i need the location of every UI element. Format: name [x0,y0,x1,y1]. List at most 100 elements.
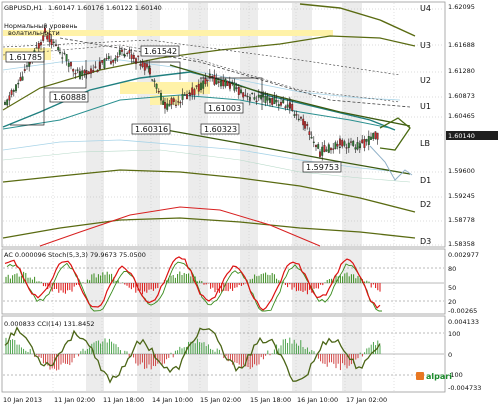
candle-body [319,151,321,157]
candle-body [312,141,315,143]
candle-body [107,56,110,59]
candle-body [90,68,92,74]
level-d3: D3 [420,237,431,246]
candle-body [310,137,313,139]
candle-body [367,136,370,145]
candle-body [363,139,366,148]
candle-body [65,54,68,62]
price-tick: 1.60873 [448,92,475,100]
candle-body [183,94,186,96]
candle-body [204,78,207,85]
ac-stoch-title: AC 0.000096 Stoch(5,3,3) 79.9673 75.0500 [4,251,146,259]
candle-body [253,97,256,100]
candle-body [189,93,191,96]
candle-body [325,149,328,152]
candle-body [191,87,194,95]
candle-body [374,131,377,139]
candle-body [343,141,346,146]
time-tick: 11 Jan 02:00 [54,396,95,404]
candle-body [242,92,245,98]
candle-body [347,142,350,148]
candle-body [372,133,375,139]
candle-body [336,144,339,147]
candle-body [118,49,121,55]
price-box-label: 1.60323 [204,125,237,134]
level-d2: D2 [420,200,431,209]
candle-body [341,139,344,147]
candle-body [172,98,175,102]
level-u3: U3 [420,41,431,50]
candle-body [237,87,240,95]
candle-body [186,94,188,100]
price-tick: 1.62095 [448,3,475,11]
candle-body [359,143,361,148]
candle-body [257,94,260,98]
candle-body [57,47,60,51]
candle-body [83,70,86,74]
time-tick: 16 Jan 10:00 [297,396,338,404]
ohlc-readout: 1.60147 1.60176 1.60122 1.60140 [48,4,162,12]
candle-body [233,82,236,91]
cci-axis-tick: 0.004133 [448,318,479,326]
candle-body [139,64,142,66]
candle-body [23,69,26,71]
candle-body [321,146,324,156]
candle-body [246,96,249,98]
candle-body [315,144,317,148]
candle-body [15,84,17,92]
candle-body [202,80,205,89]
candle-body [92,70,95,73]
time-tick: 14 Jan 10:00 [152,396,193,404]
candle-body [266,96,269,101]
candle-body [302,118,305,126]
candle-body [8,95,11,101]
candle-body [105,58,108,60]
candle-body [146,63,148,68]
price-tick: 1.59600 [448,167,475,175]
price-tick: 1.61280 [448,67,475,75]
level-lb: LB [420,139,430,148]
candle-body [220,81,222,87]
candle-body [215,78,218,84]
candle-body [193,89,196,96]
candle-body [300,117,302,119]
candle-body [74,72,77,75]
alpari-logo: alpari [416,372,452,381]
day-band [86,3,104,246]
candle-body [293,114,296,116]
candle-body [271,98,274,105]
candle-body [162,100,165,105]
candle-body [160,93,162,101]
candle-body [213,75,216,85]
candle-body [262,94,265,98]
candle-body [175,104,177,106]
candle-body [112,59,115,63]
ac-axis-tick: 0.002977 [448,251,479,259]
candle-body [317,144,320,149]
candle-body [244,94,247,97]
cci-axis-tick: 100 [448,330,460,338]
candle-body [35,47,38,49]
candle-body [121,49,123,52]
alpari-logo-icon [416,372,424,380]
level-u2: U2 [420,76,431,85]
candle-body [50,39,53,45]
candle-body [37,43,40,49]
symbol-title: GBPUSD,H1 [4,4,42,12]
candle-body [297,118,300,120]
time-tick: 15 Jan 02:00 [200,396,241,404]
candle-body [195,85,198,87]
time-tick: 17 Jan 02:00 [346,396,387,404]
candle-body [12,90,15,92]
candle-body [61,57,64,59]
alpari-logo-text: alpari [426,372,452,381]
candle-body [17,82,20,85]
candle-body [76,69,79,71]
candle-body [323,145,326,153]
candle-body [231,81,234,84]
current-price-label: 1.60140 [448,132,475,140]
level-u4: U4 [420,4,431,13]
price-tick: 1.58778 [448,216,475,224]
candle-body [365,139,368,142]
candle-body [217,81,220,83]
